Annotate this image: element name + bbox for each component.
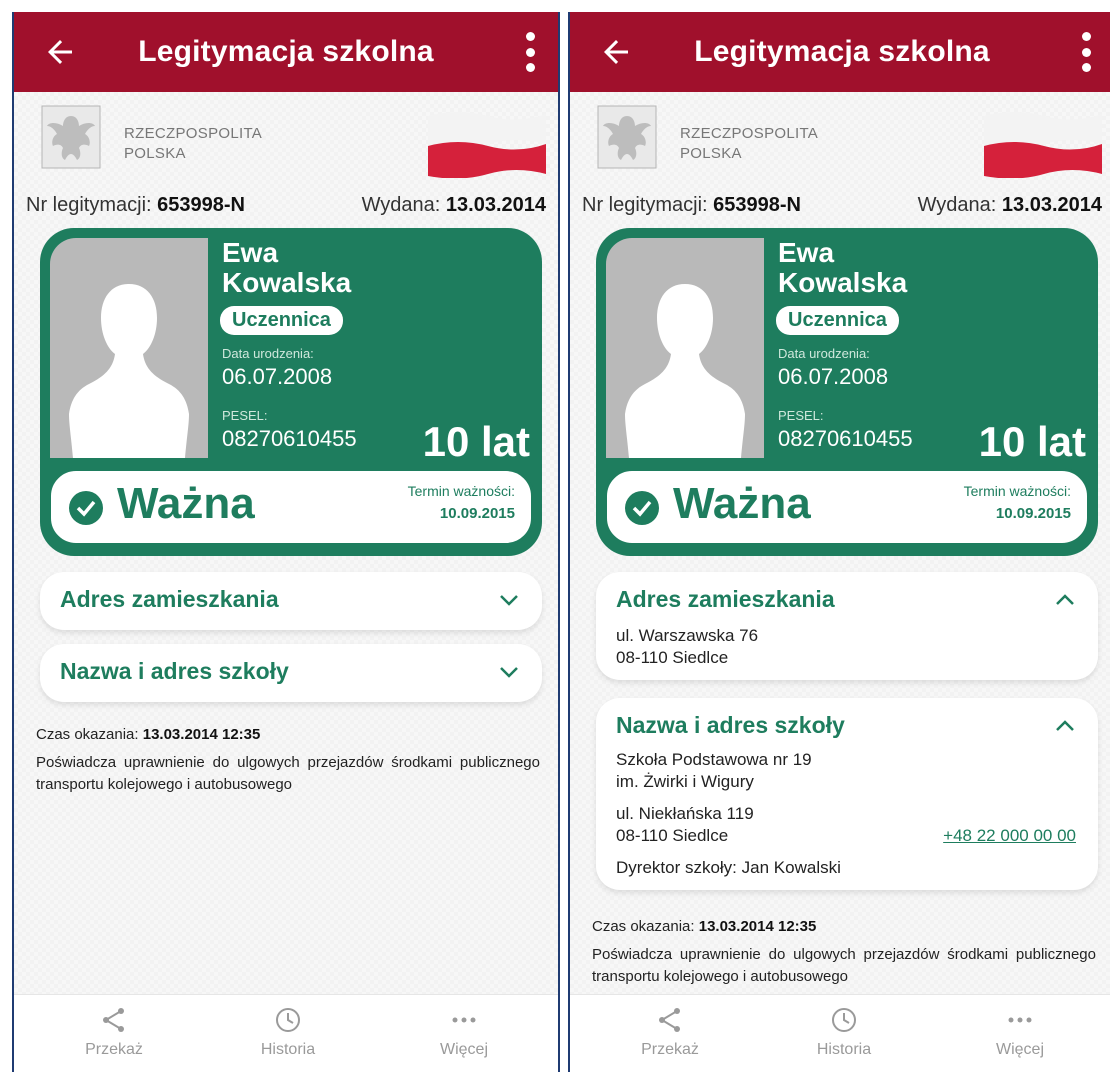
- history-icon: [276, 1008, 300, 1032]
- dob-label: Data urodzenia:: [222, 346, 314, 361]
- dob-label: Data urodzenia:: [778, 346, 870, 361]
- id-info-row: Nr legitymacji: 653998-N Wydana: 13.03.2…: [26, 194, 546, 217]
- screen-collapsed: Legitymacja szkolna RZECZPOSPOLITA POLSK…: [12, 12, 560, 1072]
- nav-more[interactable]: Więcej: [404, 1005, 524, 1059]
- dob-value: 06.07.2008: [222, 364, 333, 389]
- chevron-down-icon[interactable]: [498, 590, 520, 610]
- nav-more[interactable]: Więcej: [960, 1005, 1080, 1059]
- polish-eagle-emblem: [597, 105, 657, 169]
- check-circle-icon: [69, 491, 103, 525]
- polish-eagle-emblem: [41, 105, 101, 169]
- history-icon: [832, 1008, 856, 1032]
- app-bar: Legitymacja szkolna: [14, 12, 558, 92]
- polish-flag: [984, 112, 1102, 178]
- school-name-line2: im. Żwirki i Wigury: [616, 772, 754, 791]
- address-accordion[interactable]: Adres zamieszkania: [40, 572, 542, 630]
- expiry-date: 10.09.2015: [995, 505, 1071, 522]
- photo-placeholder: [606, 238, 764, 458]
- id-info-row: Nr legitymacji: 653998-N Wydana: 13.03.2…: [582, 194, 1102, 217]
- state-name: RZECZPOSPOLITA POLSKA: [124, 125, 263, 162]
- id-number: Nr legitymacji: 653998-N: [582, 194, 801, 216]
- role-badge: Uczennica: [776, 306, 899, 335]
- arrow-left-icon[interactable]: [42, 34, 78, 70]
- school-street: ul. Niekłańska 119: [616, 804, 754, 823]
- chevron-up-icon[interactable]: [1054, 716, 1076, 736]
- description: Poświadcza uprawnienie do ulgowych przej…: [592, 946, 1096, 985]
- dob-value: 06.07.2008: [778, 364, 889, 389]
- check-circle-icon: [625, 491, 659, 525]
- photo-placeholder: [50, 238, 208, 458]
- address-accordion[interactable]: Adres zamieszkania ul. Warszawska 76 08-…: [596, 572, 1098, 680]
- issue-date: Wydana: 13.03.2014: [917, 194, 1102, 216]
- more-dots-icon: [1008, 1017, 1032, 1023]
- school-phone-link[interactable]: +48 22 000 00 00: [943, 826, 1076, 846]
- polish-flag: [428, 112, 546, 178]
- address-line1: ul. Warszawska 76: [616, 626, 759, 645]
- validity-status: Ważna: [673, 479, 811, 528]
- pesel-value: 08270610455: [222, 426, 357, 451]
- kebab-menu-icon[interactable]: [1076, 32, 1096, 72]
- more-dots-icon: [452, 1017, 476, 1023]
- validity-box: Ważna Termin ważności: 10.09.2015: [604, 468, 1090, 546]
- issue-date: Wydana: 13.03.2014: [361, 194, 546, 216]
- address-line2: 08-110 Siedlce: [616, 648, 729, 667]
- validity-box: Ważna Termin ważności: 10.09.2015: [48, 468, 534, 546]
- arrow-left-icon[interactable]: [598, 34, 634, 70]
- shown-time: Czas okazania: 13.03.2014 12:35: [36, 726, 261, 743]
- expiry-date: 10.09.2015: [439, 505, 515, 522]
- person-name: Ewa Kowalska: [778, 237, 908, 298]
- shown-time: Czas okazania: 13.03.2014 12:35: [592, 918, 817, 935]
- bottom-nav: Przekaż Historia Więcej: [14, 994, 558, 1072]
- page-title: Legitymacja szkolna: [694, 35, 990, 68]
- expiry-label: Termin ważności:: [407, 483, 515, 499]
- share-icon: [103, 1008, 124, 1032]
- address-title: Adres zamieszkania: [60, 586, 279, 612]
- share-icon: [659, 1008, 680, 1032]
- age: 10 lat: [422, 418, 530, 465]
- pesel-label: PESEL:: [222, 408, 268, 423]
- validity-status: Ważna: [117, 479, 255, 528]
- id-number: Nr legitymacji: 653998-N: [26, 194, 245, 216]
- app-bar: Legitymacja szkolna: [570, 12, 1110, 92]
- pesel-value: 08270610455: [778, 426, 913, 451]
- kebab-menu-icon[interactable]: [520, 32, 540, 72]
- person-name: Ewa Kowalska: [222, 237, 352, 298]
- school-accordion[interactable]: Nazwa i adres szkoły Szkoła Podstawowa n…: [596, 698, 1098, 890]
- chevron-up-icon[interactable]: [1054, 590, 1076, 610]
- school-title: Nazwa i adres szkoły: [60, 658, 289, 684]
- nav-history[interactable]: Historia: [784, 1005, 904, 1059]
- age: 10 lat: [978, 418, 1086, 465]
- school-director: Dyrektor szkoły: Jan Kowalski: [616, 858, 841, 877]
- school-city: 08-110 Siedlce: [616, 826, 729, 845]
- school-accordion[interactable]: Nazwa i adres szkoły: [40, 644, 542, 702]
- role-badge: Uczennica: [220, 306, 343, 335]
- state-name: RZECZPOSPOLITA POLSKA: [680, 125, 819, 162]
- school-name-line1: Szkoła Podstawowa nr 19: [616, 750, 812, 769]
- description: Poświadcza uprawnienie do ulgowych przej…: [36, 754, 540, 793]
- nav-history[interactable]: Historia: [228, 1005, 348, 1059]
- id-card: Ewa Kowalska Uczennica Data urodzenia: 0…: [40, 228, 542, 556]
- page-title: Legitymacja szkolna: [138, 35, 434, 68]
- nav-share[interactable]: Przekaż: [54, 1005, 174, 1059]
- address-title: Adres zamieszkania: [616, 586, 835, 612]
- chevron-down-icon[interactable]: [498, 662, 520, 682]
- bottom-nav: Przekaż Historia Więcej: [570, 994, 1110, 1072]
- screen-expanded: Legitymacja szkolna RZECZPOSPOLITA POLSK…: [568, 12, 1110, 1072]
- pesel-label: PESEL:: [778, 408, 824, 423]
- school-title: Nazwa i adres szkoły: [616, 712, 845, 738]
- id-card: Ewa Kowalska Uczennica Data urodzenia: 0…: [596, 228, 1098, 556]
- expiry-label: Termin ważności:: [963, 483, 1071, 499]
- nav-share[interactable]: Przekaż: [610, 1005, 730, 1059]
